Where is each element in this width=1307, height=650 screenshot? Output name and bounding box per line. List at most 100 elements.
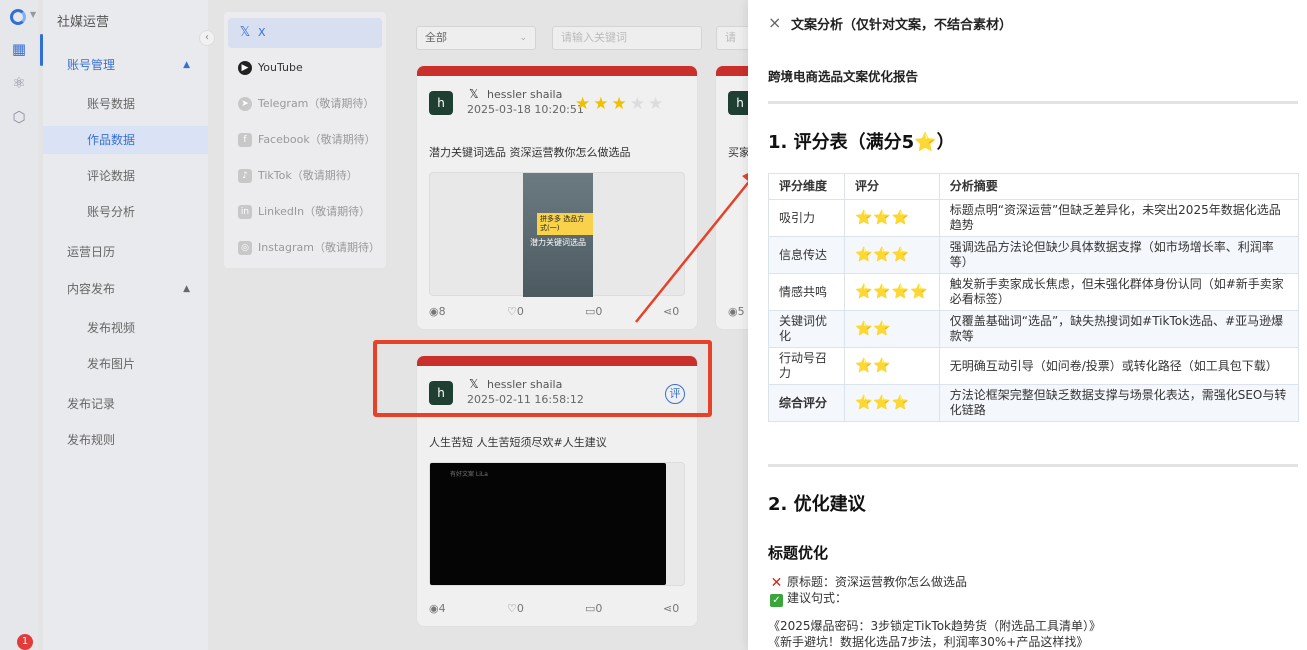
views-count: ◉ 5	[728, 305, 745, 318]
row-dimension: 情感共鸣	[768, 273, 845, 311]
section-heading-end: ）	[936, 132, 955, 153]
cube-icon[interactable]: ⬡	[10, 108, 28, 126]
score-table: 评分维度 评分 分析摘要 吸引力 ⭐⭐⭐ 标题点明“资深运营”但缺乏差异化，未突…	[768, 173, 1300, 422]
likes-value: 0	[516, 305, 524, 318]
views-value: 5	[737, 305, 745, 318]
menu-account-analysis[interactable]: 账号分析	[43, 198, 208, 226]
menu-publish-rules[interactable]: 发布规则	[43, 426, 208, 454]
menu-label: 内容发布	[67, 282, 116, 296]
tiktok-icon: ♪	[238, 169, 252, 183]
row-summary: 强调选品方法论但缺少具体数据支撑（如市场增长率、利润率等）	[938, 236, 1300, 274]
atom-icon[interactable]: ⚛	[10, 74, 28, 92]
menu-publish-image[interactable]: 发布图片	[43, 350, 208, 378]
comments-count[interactable]: ▭ 0	[585, 602, 602, 615]
menu-publish-video[interactable]: 发布视频	[43, 314, 208, 342]
row-dimension: 信息传达	[768, 236, 845, 274]
platform-label: Telegram（敬请期待）	[258, 97, 375, 110]
analysis-drawer: × 文案分析（仅针对文案，不结合素材） 跨境电商选品文案优化报告 1. 评分表（…	[748, 0, 1307, 650]
views-value: 4	[438, 602, 446, 615]
app-logo-icon[interactable]	[10, 9, 26, 25]
platform-label: X	[258, 26, 266, 39]
menu-comment-data[interactable]: 评论数据	[43, 162, 208, 190]
close-icon[interactable]: ×	[768, 13, 781, 32]
icon-rail: ▼ ▦ ⚛ ⬡ 1	[0, 0, 38, 650]
row-summary: 触发新手卖家成长焦虑，但未强化群体身份认同（如#新手卖家必看标签）	[938, 273, 1300, 311]
shares-count[interactable]: ⋖ 0	[663, 602, 679, 615]
platform-list: 𝕏 X ▶ YouTube ➤ Telegram（敬请期待） f Faceboo…	[224, 12, 386, 268]
card-accent-bar	[417, 66, 697, 76]
type-select[interactable]: 全部 ⌄	[416, 26, 536, 50]
platform-youtube[interactable]: ▶ YouTube	[228, 53, 382, 83]
collapse-sidebar-button[interactable]: ‹	[199, 30, 215, 46]
post-card[interactable]: h 𝕏 hessler shaila 2025-03-18 10:20:51 ★…	[416, 65, 698, 330]
post-media[interactable]: 拼多多 选品方式(一) 潜力关键词选品	[429, 172, 685, 297]
keyword-input[interactable]: 请输入关键词	[552, 26, 702, 50]
section-heading-suggestions: 2. 优化建议	[768, 494, 866, 515]
linkedin-icon: in	[238, 205, 252, 219]
original-title-text: 原标题：资深运营教你怎么做选品	[787, 575, 968, 589]
post-date: 2025-03-18 10:20:51	[467, 103, 584, 116]
chevron-down-icon[interactable]: ▼	[30, 10, 36, 19]
comments-value: 0	[595, 305, 603, 318]
platform-instagram[interactable]: ◎ Instagram（敬请期待）	[228, 233, 382, 263]
sidebar: 社媒运营 账号管理 ▲ 账号数据 作品数据 评论数据 账号分析 运营日历 内容发…	[43, 0, 208, 650]
menu-label: 账号管理	[67, 58, 116, 72]
video-thumbnail: 有好文案 LiLa	[430, 463, 666, 585]
platform-label: LinkedIn（敬请期待）	[258, 205, 371, 218]
post-text: 潜力关键词选品 资深运营教你怎么做选品	[429, 146, 631, 159]
post-media[interactable]: 有好文案 LiLa	[429, 462, 685, 586]
menu-works-data[interactable]: 作品数据	[43, 126, 208, 154]
platform-label: YouTube	[258, 61, 303, 74]
table-row: 情感共鸣 ⭐⭐⭐⭐ 触发新手卖家成长焦虑，但未强化群体身份认同（如#新手卖家必看…	[768, 273, 1300, 311]
star-icon: ★	[611, 94, 630, 114]
row-summary: 无明确互动引导（如问卷/投票）或转化路径（如工具包下载）	[938, 347, 1300, 385]
star-icon: ★	[593, 94, 612, 114]
menu-account-data[interactable]: 账号数据	[43, 90, 208, 118]
menu-content-publish[interactable]: 内容发布 ▲	[43, 275, 208, 303]
chevron-down-icon: ⌄	[519, 33, 527, 43]
table-row: 综合评分 ⭐⭐⭐ 方法论框架完整但缺乏数据支撑与场景化表达，需强化SEO与转化链…	[768, 384, 1300, 422]
table-row: 吸引力 ⭐⭐⭐ 标题点明“资深运营”但缺乏差异化，未突出2025年数据化选品趋势	[768, 199, 1300, 237]
post-stats: ◉ 4 ♡ 0 ▭ 0 ⋖ 0	[429, 602, 685, 618]
star-icon: ⭐	[914, 132, 937, 153]
comments-count[interactable]: ▭ 0	[585, 305, 602, 318]
x-logo-icon: 𝕏	[239, 25, 251, 40]
row-stars: ⭐⭐⭐	[844, 236, 940, 274]
grid-apps-icon[interactable]: ▦	[10, 40, 28, 58]
col-summary: 分析摘要	[938, 173, 1300, 200]
video-watermark: 有好文案 LiLa	[450, 471, 488, 478]
row-stars: ⭐⭐⭐⭐	[844, 273, 940, 311]
platform-facebook[interactable]: f Facebook（敬请期待）	[228, 125, 382, 155]
suggestion-item: 《新手避坑！数据化选品7步法，利润率30%+产品这样找》	[768, 635, 1089, 649]
likes-count[interactable]: ♡ 0	[507, 305, 524, 318]
post-stats: ◉ 8 ♡ 0 ▭ 0 ⋖ 0	[429, 305, 685, 321]
platform-telegram[interactable]: ➤ Telegram（敬请期待）	[228, 89, 382, 119]
highlight-box	[373, 340, 712, 417]
platform-linkedin[interactable]: in LinkedIn（敬请期待）	[228, 197, 382, 227]
type-select-value: 全部	[425, 31, 447, 44]
shares-value: 0	[672, 602, 680, 615]
row-stars: ⭐⭐⭐	[844, 199, 940, 237]
views-value: 8	[438, 305, 446, 318]
menu-publish-records[interactable]: 发布记录	[43, 390, 208, 418]
notification-badge[interactable]: 1	[17, 634, 33, 650]
platform-label: Facebook（敬请期待）	[258, 133, 376, 146]
menu-operation-calendar[interactable]: 运营日历	[43, 238, 208, 266]
platform-x[interactable]: 𝕏 X	[228, 18, 382, 48]
platform-tiktok[interactable]: ♪ TikTok（敬请期待）	[228, 161, 382, 191]
likes-count[interactable]: ♡ 0	[507, 602, 524, 615]
shares-count[interactable]: ⋖ 0	[663, 305, 679, 318]
shares-value: 0	[672, 305, 680, 318]
star-icon: ★	[575, 94, 594, 114]
row-dimension: 关键词优化	[768, 310, 845, 348]
facebook-icon: f	[238, 133, 252, 147]
row-summary: 标题点明“资深运营”但缺乏差异化，未突出2025年数据化选品趋势	[938, 199, 1300, 237]
suggestion-item: 《2025爆品密码：3步锁定TikTok趋势货（附选品工具清单）》	[768, 619, 1102, 633]
avatar: h	[429, 91, 453, 115]
platform-label: TikTok（敬请期待）	[258, 169, 358, 182]
suggestion-label-line: ✓ 建议句式：	[770, 589, 847, 607]
app-title: 社媒运营	[57, 15, 110, 30]
suggestion-label-text: 建议句式：	[787, 591, 848, 605]
menu-account-management[interactable]: 账号管理 ▲	[43, 51, 208, 79]
report-title: 跨境电商选品文案优化报告	[768, 69, 919, 84]
